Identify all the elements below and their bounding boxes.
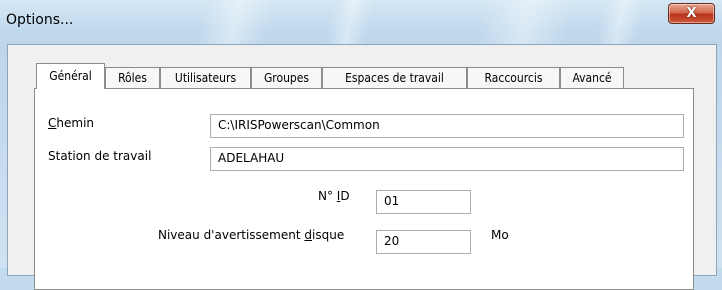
tab-espaces-de-travail-label: Espaces de travail bbox=[345, 71, 444, 85]
general-panel: Chemin C:\IRISPowerscan\Common Station d… bbox=[34, 88, 694, 290]
chemin-label: Chemin bbox=[48, 116, 95, 130]
disk-warning-label: Niveau d'avertissement disque bbox=[158, 228, 345, 242]
tab-roles[interactable]: Rôles bbox=[105, 67, 160, 88]
id-label: N° ID bbox=[318, 189, 350, 203]
station-label: Station de travail bbox=[48, 149, 152, 163]
id-field[interactable]: 01 bbox=[376, 190, 471, 214]
tab-raccourcis[interactable]: Raccourcis bbox=[467, 67, 560, 88]
tab-general-label: Général bbox=[49, 69, 92, 83]
tab-general[interactable]: Général bbox=[36, 63, 105, 89]
options-dialog: Options... X Général Rôles Utilisateurs … bbox=[0, 0, 722, 290]
tab-groupes-label: Groupes bbox=[263, 71, 310, 85]
close-icon: X bbox=[686, 6, 697, 21]
tab-roles-label: Rôles bbox=[118, 71, 147, 85]
tab-avance-label: Avancé bbox=[572, 71, 612, 85]
tab-utilisateurs-label: Utilisateurs bbox=[174, 71, 237, 85]
tab-groupes[interactable]: Groupes bbox=[251, 67, 322, 88]
tab-espaces-de-travail[interactable]: Espaces de travail bbox=[322, 67, 467, 88]
close-button[interactable]: X bbox=[668, 3, 715, 24]
disk-unit-label: Mo bbox=[491, 228, 509, 242]
chemin-field[interactable]: C:\IRISPowerscan\Common bbox=[210, 114, 684, 138]
tab-utilisateurs[interactable]: Utilisateurs bbox=[160, 67, 251, 88]
disk-warning-field[interactable]: 20 bbox=[376, 230, 471, 254]
tab-avance[interactable]: Avancé bbox=[560, 67, 624, 88]
tab-raccourcis-label: Raccourcis bbox=[484, 71, 543, 85]
station-field[interactable]: ADELAHAU bbox=[210, 147, 684, 171]
title-bar[interactable]: Options... X bbox=[0, 0, 722, 44]
window-title: Options... bbox=[6, 12, 74, 28]
dialog-client-area: Général Rôles Utilisateurs Groupes Espac… bbox=[7, 44, 717, 290]
